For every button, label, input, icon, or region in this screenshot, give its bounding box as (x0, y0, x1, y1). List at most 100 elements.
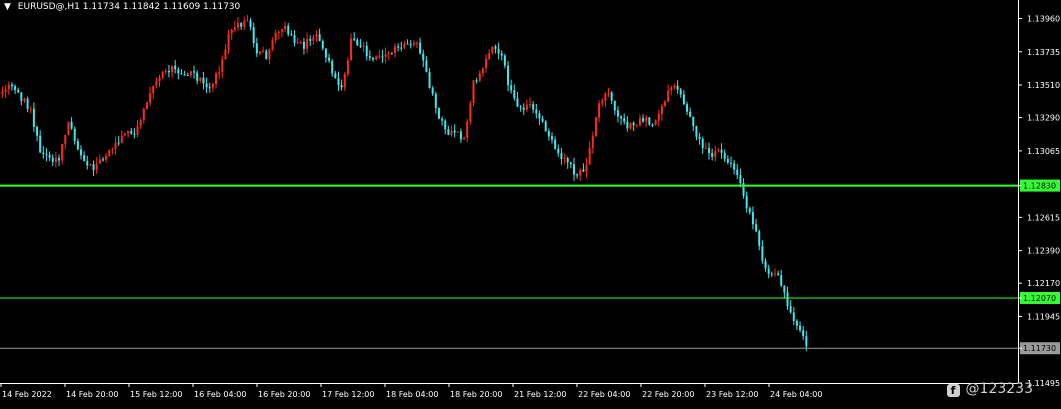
price-tick-label: 1.12615 (1027, 213, 1060, 222)
triangle-down-icon[interactable]: ▼ (4, 2, 11, 12)
candle-body (365, 45, 368, 57)
candle-body (117, 142, 120, 144)
candle-body (51, 157, 54, 162)
candle-body (287, 25, 290, 35)
price-tick-label: 1.11945 (1027, 312, 1060, 321)
candle-body (73, 128, 76, 142)
chart-canvas[interactable]: 1.128301.120701.11730 1.139601.137351.13… (0, 0, 1061, 405)
candle-body (381, 56, 384, 58)
candle-body (554, 139, 557, 149)
candle-body (679, 89, 682, 95)
candle-body (243, 21, 246, 27)
candle-body (532, 104, 535, 110)
candle-body (547, 131, 550, 137)
candle-body (695, 126, 698, 137)
candle-body (296, 42, 299, 44)
candle-body (268, 49, 271, 60)
candle-body (359, 45, 362, 47)
candle-body (767, 268, 770, 274)
candle-body (704, 147, 707, 149)
candle-body (761, 246, 764, 261)
watermark-text: @123233 (965, 381, 1033, 397)
candle-body (318, 34, 321, 41)
candle-body (127, 130, 130, 134)
candle-body (161, 72, 164, 78)
candle-body (594, 117, 597, 136)
candle-body (394, 46, 396, 53)
time-tick-label: 17 Feb 12:00 (322, 390, 374, 399)
candle-body (692, 116, 695, 127)
price-tick-label: 1.13735 (1027, 48, 1060, 57)
candle-body (14, 86, 17, 91)
candle-body (488, 53, 491, 59)
price-level-tag-label: 1.11730 (1023, 344, 1056, 353)
candle-body (676, 85, 679, 90)
candle-body (415, 42, 418, 44)
candle-body (324, 48, 327, 58)
candle-body (362, 45, 365, 47)
candle-body (557, 148, 560, 154)
candle-body (585, 164, 588, 172)
candle-body (708, 147, 710, 154)
candle-body (105, 155, 108, 160)
candle-body (563, 158, 566, 160)
candle-body (799, 325, 802, 331)
candle-body (120, 135, 123, 143)
candle-body (751, 212, 754, 225)
candle-body (456, 131, 459, 133)
candle-body (246, 20, 249, 22)
candle-body (723, 152, 726, 159)
candle-body (293, 35, 296, 44)
candle-body (670, 87, 673, 91)
candle-body (331, 60, 334, 74)
candle-body (158, 77, 161, 82)
candle-body (588, 147, 591, 165)
candle-body (130, 130, 133, 134)
candle-body (510, 85, 513, 91)
candle-body (745, 195, 748, 209)
candle-body (42, 152, 45, 155)
candle-body (265, 51, 268, 60)
candle-body (529, 104, 532, 106)
candle-body (610, 92, 613, 101)
candle-body (441, 118, 444, 121)
candle-body (485, 58, 488, 69)
price-tick-label: 1.12170 (1027, 279, 1060, 288)
candle-body (139, 119, 142, 126)
candle-body (111, 148, 114, 151)
candle-body (186, 75, 189, 77)
candle-body (149, 93, 152, 103)
candle-body (390, 52, 393, 54)
candle-body (626, 121, 629, 129)
candle-body (17, 90, 20, 93)
candle-body (58, 157, 61, 161)
candle-body (654, 120, 657, 125)
candle-body (642, 118, 645, 122)
social-f-icon: f (946, 384, 960, 397)
price-tick-label: 1.13960 (1027, 14, 1060, 23)
candle-body (425, 60, 428, 72)
candle-body (412, 42, 415, 45)
candle-body (450, 130, 453, 135)
candle-body (48, 155, 51, 158)
candle-body (660, 105, 663, 115)
candle-body (224, 49, 227, 60)
candle-body (193, 71, 196, 73)
candle-body (76, 141, 79, 150)
candle-body (777, 273, 780, 276)
candle-body (284, 25, 287, 30)
candle-body (667, 90, 670, 102)
candle-body (343, 74, 346, 88)
candle-body (714, 150, 717, 157)
candle-body (494, 46, 497, 49)
candle-body (353, 38, 356, 40)
price-tick-label: 1.12390 (1027, 247, 1060, 256)
candle-body (133, 133, 136, 135)
candle-body (368, 56, 371, 58)
candle-body (211, 83, 214, 88)
candle-body (682, 94, 685, 105)
price-chart[interactable]: 1.12830 1.12070 1.11730 1.13960 1.13735 1.13… (0, 0, 1061, 405)
candle-body (664, 101, 667, 106)
candle-body (312, 37, 315, 41)
candle-body (309, 38, 312, 41)
